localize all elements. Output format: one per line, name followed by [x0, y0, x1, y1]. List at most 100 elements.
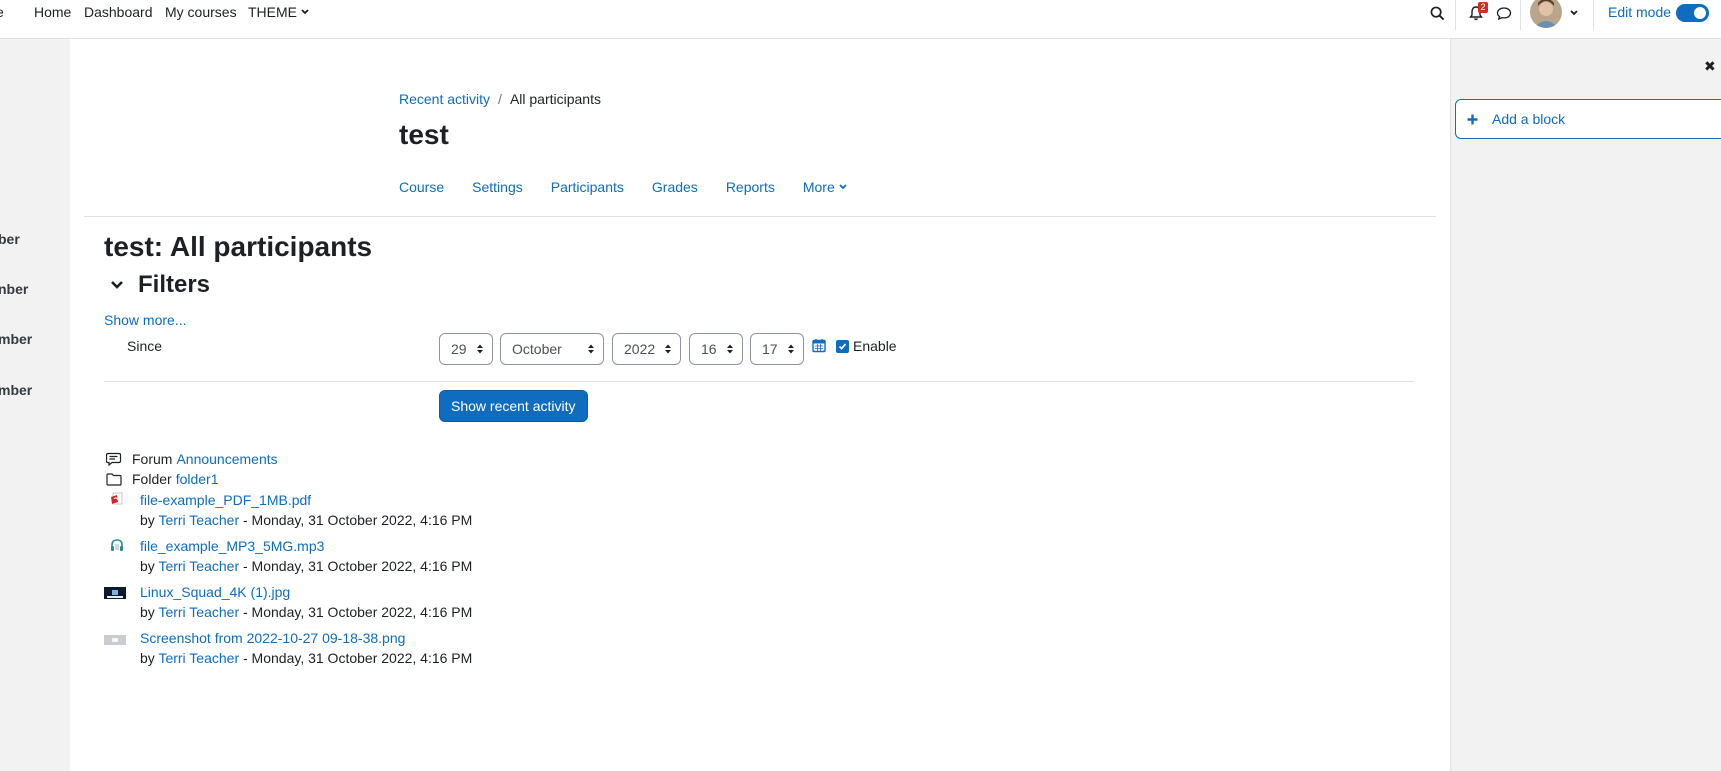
- file-date: - Monday, 31 October 2022, 4:16 PM: [243, 558, 473, 574]
- file-meta: by Terri Teacher - Monday, 31 October 20…: [140, 650, 472, 666]
- navbar-divider: [1455, 0, 1456, 30]
- notification-count-badge: 2: [1478, 2, 1488, 13]
- file-meta: by Terri Teacher - Monday, 31 October 20…: [140, 512, 472, 528]
- image-icon: [104, 586, 126, 602]
- add-block-button[interactable]: Add a block: [1455, 99, 1721, 139]
- show-more-link[interactable]: Show more...: [104, 312, 186, 328]
- show-recent-activity-button[interactable]: Show recent activity: [439, 390, 588, 422]
- top-navbar: e Home Dashboard My courses THEME 2 Edit…: [0, 0, 1721, 39]
- hour-select-value: 16: [701, 341, 717, 357]
- by-prefix: by: [140, 512, 155, 528]
- tab-more-label: More: [802, 179, 835, 195]
- edit-mode-toggle[interactable]: [1676, 4, 1709, 22]
- file-meta: by Terri Teacher - Monday, 31 October 20…: [140, 558, 472, 574]
- select-arrows-icon: [727, 344, 733, 354]
- select-arrows-icon: [788, 344, 794, 354]
- day-select[interactable]: 29: [439, 333, 493, 365]
- form-divider: [104, 381, 1414, 382]
- course-title: test: [399, 119, 449, 150]
- year-select-value: 2022: [624, 341, 656, 357]
- course-index-section[interactable]: mber: [0, 382, 32, 398]
- user-menu-chevron-down-icon[interactable]: [1563, 2, 1585, 24]
- tab-more[interactable]: More: [789, 179, 861, 195]
- hour-select[interactable]: 16: [689, 333, 743, 365]
- by-prefix: by: [140, 558, 155, 574]
- file-link[interactable]: Linux_Squad_4K (1).jpg: [140, 584, 290, 600]
- author-link[interactable]: Terri Teacher: [158, 650, 239, 666]
- navbar-divider: [1593, 0, 1594, 30]
- select-arrows-icon: [665, 344, 671, 354]
- tab-course[interactable]: Course: [385, 179, 458, 195]
- author-link[interactable]: Terri Teacher: [158, 512, 239, 528]
- pdf-icon: [110, 492, 124, 509]
- enable-label: Enable: [853, 338, 897, 354]
- select-arrows-icon: [588, 344, 594, 354]
- breadcrumb-current: All participants: [509, 91, 601, 107]
- nav-theme-label: THEME: [248, 4, 297, 20]
- file-link[interactable]: file_example_MP3_5MG.mp3: [140, 538, 324, 554]
- page-title: test: All participants: [104, 231, 373, 262]
- file-date: - Monday, 31 October 2022, 4:16 PM: [243, 512, 473, 528]
- author-link[interactable]: Terri Teacher: [158, 604, 239, 620]
- audio-icon: [110, 538, 124, 555]
- minute-select[interactable]: 17: [750, 333, 804, 365]
- edit-mode-label[interactable]: Edit mode: [1608, 4, 1671, 20]
- activity-type: Folder: [132, 471, 172, 487]
- chevron-down-icon: [301, 9, 309, 15]
- notifications-button[interactable]: 2: [1465, 2, 1488, 24]
- breadcrumb-separator: /: [498, 91, 502, 107]
- file-link[interactable]: Screenshot from 2022-10-27 09-18-38.png: [140, 630, 405, 646]
- tab-settings[interactable]: Settings: [458, 179, 537, 195]
- activity-type: Forum: [132, 451, 173, 467]
- tab-reports[interactable]: Reports: [712, 179, 789, 195]
- month-select-value: October: [512, 341, 562, 357]
- file-meta: by Terri Teacher - Monday, 31 October 20…: [140, 604, 472, 620]
- activity-link-folder1[interactable]: folder1: [176, 471, 219, 487]
- toggle-knob: [1694, 7, 1706, 19]
- filters-heading: Filters: [138, 271, 211, 298]
- course-index-section[interactable]: nber: [0, 281, 28, 297]
- breadcrumb-recent-activity[interactable]: Recent activity: [399, 91, 490, 107]
- filters-header[interactable]: Filters: [110, 271, 210, 299]
- chevron-down-icon: [839, 184, 847, 190]
- file-link[interactable]: file-example_PDF_1MB.pdf: [140, 492, 311, 508]
- secondary-nav-divider: [84, 216, 1436, 217]
- close-icon[interactable]: ✖: [1704, 58, 1716, 75]
- since-label: Since: [127, 338, 163, 354]
- file-date: - Monday, 31 October 2022, 4:16 PM: [243, 650, 473, 666]
- image-icon: [104, 632, 126, 648]
- nav-home[interactable]: Home: [34, 4, 71, 20]
- nav-dashboard[interactable]: Dashboard: [84, 4, 153, 20]
- activity-link-announcements[interactable]: Announcements: [176, 451, 277, 467]
- day-select-value: 29: [451, 341, 467, 357]
- tab-grades[interactable]: Grades: [638, 179, 712, 195]
- messages-icon[interactable]: [1493, 2, 1515, 24]
- enable-checkbox[interactable]: [836, 339, 849, 353]
- by-prefix: by: [140, 604, 155, 620]
- main-content: Recent activity / All participants test …: [70, 39, 1450, 771]
- add-block-label: Add a block: [1492, 111, 1566, 127]
- nav-theme-menu[interactable]: THEME: [248, 4, 309, 20]
- block-drawer: [1450, 39, 1721, 771]
- avatar[interactable]: [1530, 0, 1562, 28]
- calendar-icon[interactable]: [812, 338, 826, 356]
- search-icon[interactable]: [1426, 2, 1448, 24]
- enable-checkbox-label[interactable]: Enable: [836, 338, 897, 354]
- activity-item-forum: Forum Announcements: [106, 451, 278, 467]
- activity-item-folder: Folder folder1: [106, 471, 219, 487]
- course-index-section[interactable]: mber: [0, 331, 32, 347]
- course-index-drawer: ber nber mber mber: [0, 39, 70, 771]
- breadcrumb: Recent activity / All participants: [399, 91, 601, 107]
- month-select[interactable]: October: [500, 333, 604, 365]
- chevron-down-icon[interactable]: [110, 280, 124, 290]
- nav-my-courses[interactable]: My courses: [165, 4, 237, 20]
- course-index-section[interactable]: ber: [0, 231, 20, 247]
- year-select[interactable]: 2022: [612, 333, 681, 365]
- navbar-divider: [1520, 0, 1521, 30]
- folder-icon: [106, 472, 122, 486]
- by-prefix: by: [140, 650, 155, 666]
- secondary-navigation: Course Settings Participants Grades Repo…: [385, 179, 861, 195]
- tab-participants[interactable]: Participants: [537, 179, 638, 195]
- author-link[interactable]: Terri Teacher: [158, 558, 239, 574]
- site-name[interactable]: e: [0, 4, 4, 20]
